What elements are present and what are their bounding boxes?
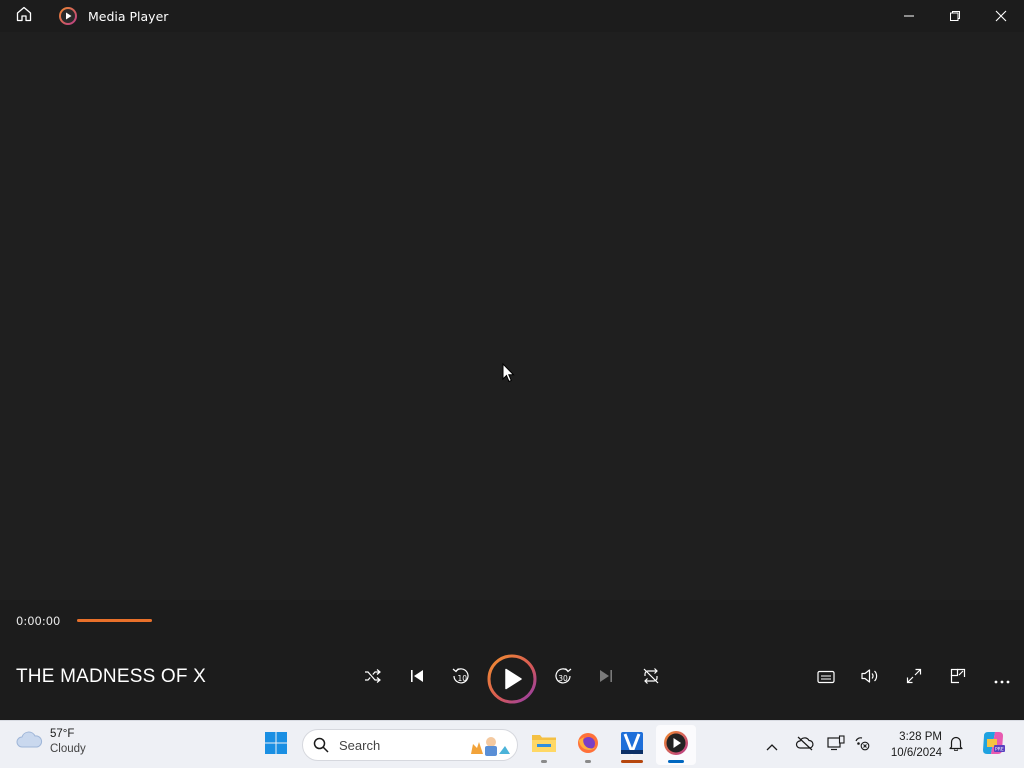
fullscreen-icon [906, 668, 922, 688]
network-tray-button[interactable] [850, 733, 874, 757]
copilot-icon: PRE [980, 730, 1006, 760]
volume-icon [860, 668, 880, 688]
more-options-button[interactable] [982, 658, 1022, 698]
taskbar-firefox[interactable] [568, 725, 608, 765]
cloud-offline-icon [795, 735, 815, 755]
weather-widget[interactable]: 57°F Cloudy [14, 727, 86, 757]
rewind-label: 10 [458, 674, 468, 683]
window-title: Media Player [88, 8, 169, 24]
taskbar-video-editor[interactable] [612, 725, 652, 765]
bell-icon [948, 735, 964, 755]
play-icon [487, 654, 537, 704]
close-icon [995, 7, 1007, 26]
device-tray-button[interactable] [824, 733, 848, 757]
forward-30-icon: 30 [553, 666, 573, 690]
weather-temperature: 57°F [50, 728, 75, 740]
repeat-icon [642, 667, 660, 689]
play-button[interactable] [487, 654, 537, 704]
device-icon [827, 735, 845, 755]
next-icon [598, 668, 614, 688]
forward-label: 30 [558, 674, 568, 683]
volume-button[interactable] [850, 658, 890, 698]
seek-bar[interactable] [77, 619, 152, 622]
current-time: 0:00:00 [16, 614, 61, 628]
more-icon [994, 669, 1010, 688]
track-title: THE MADNESS OF X [16, 666, 207, 687]
taskbar-media-player[interactable] [656, 725, 696, 765]
clock-date: 10/6/2024 [890, 747, 942, 759]
network-disconnected-icon [854, 735, 870, 755]
weather-condition: Cloudy [50, 743, 86, 755]
video-editor-icon [619, 730, 645, 760]
show-hidden-icons-button[interactable] [760, 733, 784, 757]
folder-icon [531, 732, 557, 758]
fullscreen-button[interactable] [894, 658, 934, 698]
forward-30-button[interactable]: 30 [543, 658, 583, 698]
previous-button[interactable] [397, 658, 437, 698]
clock-time: 3:28 PM [899, 731, 942, 743]
title-bar: Media Player [0, 0, 1024, 32]
captions-button[interactable] [806, 658, 846, 698]
repeat-button[interactable] [631, 658, 671, 698]
running-indicator [621, 760, 643, 763]
close-button[interactable] [978, 0, 1024, 32]
mouse-cursor-icon [502, 362, 516, 387]
minimize-icon [903, 7, 915, 26]
taskbar-clock[interactable]: 3:28 PM 10/6/2024 [880, 729, 942, 761]
shuffle-icon [364, 668, 382, 688]
cloud-icon [14, 728, 44, 756]
mini-player-icon [950, 668, 966, 688]
playback-controls: 0:00:00 THE MADNESS OF X 10 30 [0, 600, 1024, 720]
windows-icon [264, 731, 288, 759]
running-indicator [541, 760, 547, 763]
rewind-10-button[interactable]: 10 [441, 658, 481, 698]
mini-player-button[interactable] [938, 658, 978, 698]
copilot-button[interactable]: PRE [980, 732, 1006, 758]
minimize-button[interactable] [886, 0, 932, 32]
active-indicator [668, 760, 684, 763]
firefox-icon [576, 731, 600, 759]
captions-icon [817, 669, 835, 688]
media-player-app-icon [58, 6, 78, 26]
next-button[interactable] [586, 658, 626, 698]
video-area[interactable] [0, 32, 1024, 600]
svg-text:PRE: PRE [995, 747, 1004, 753]
running-indicator [585, 760, 591, 763]
rewind-10-icon: 10 [451, 666, 471, 690]
search-placeholder: Search [339, 737, 381, 753]
notifications-button[interactable] [944, 733, 968, 757]
search-highlight-icon [469, 734, 511, 758]
chevron-up-icon [766, 736, 778, 755]
previous-icon [409, 668, 425, 688]
home-button[interactable] [0, 0, 48, 32]
onedrive-tray-button[interactable] [793, 733, 817, 757]
home-icon [15, 5, 33, 27]
start-button[interactable] [256, 725, 296, 765]
taskbar-file-explorer[interactable] [524, 725, 564, 765]
taskbar-search[interactable]: Search [302, 729, 518, 761]
taskbar: 57°F Cloudy Search 3:28 PM 10/6/2024 PRE [0, 720, 1024, 768]
media-player-taskbar-icon [663, 730, 689, 760]
seek-bar-fill [77, 619, 152, 622]
restore-icon [949, 7, 961, 26]
shuffle-button[interactable] [353, 658, 393, 698]
search-icon [313, 737, 329, 753]
restore-button[interactable] [932, 0, 978, 32]
